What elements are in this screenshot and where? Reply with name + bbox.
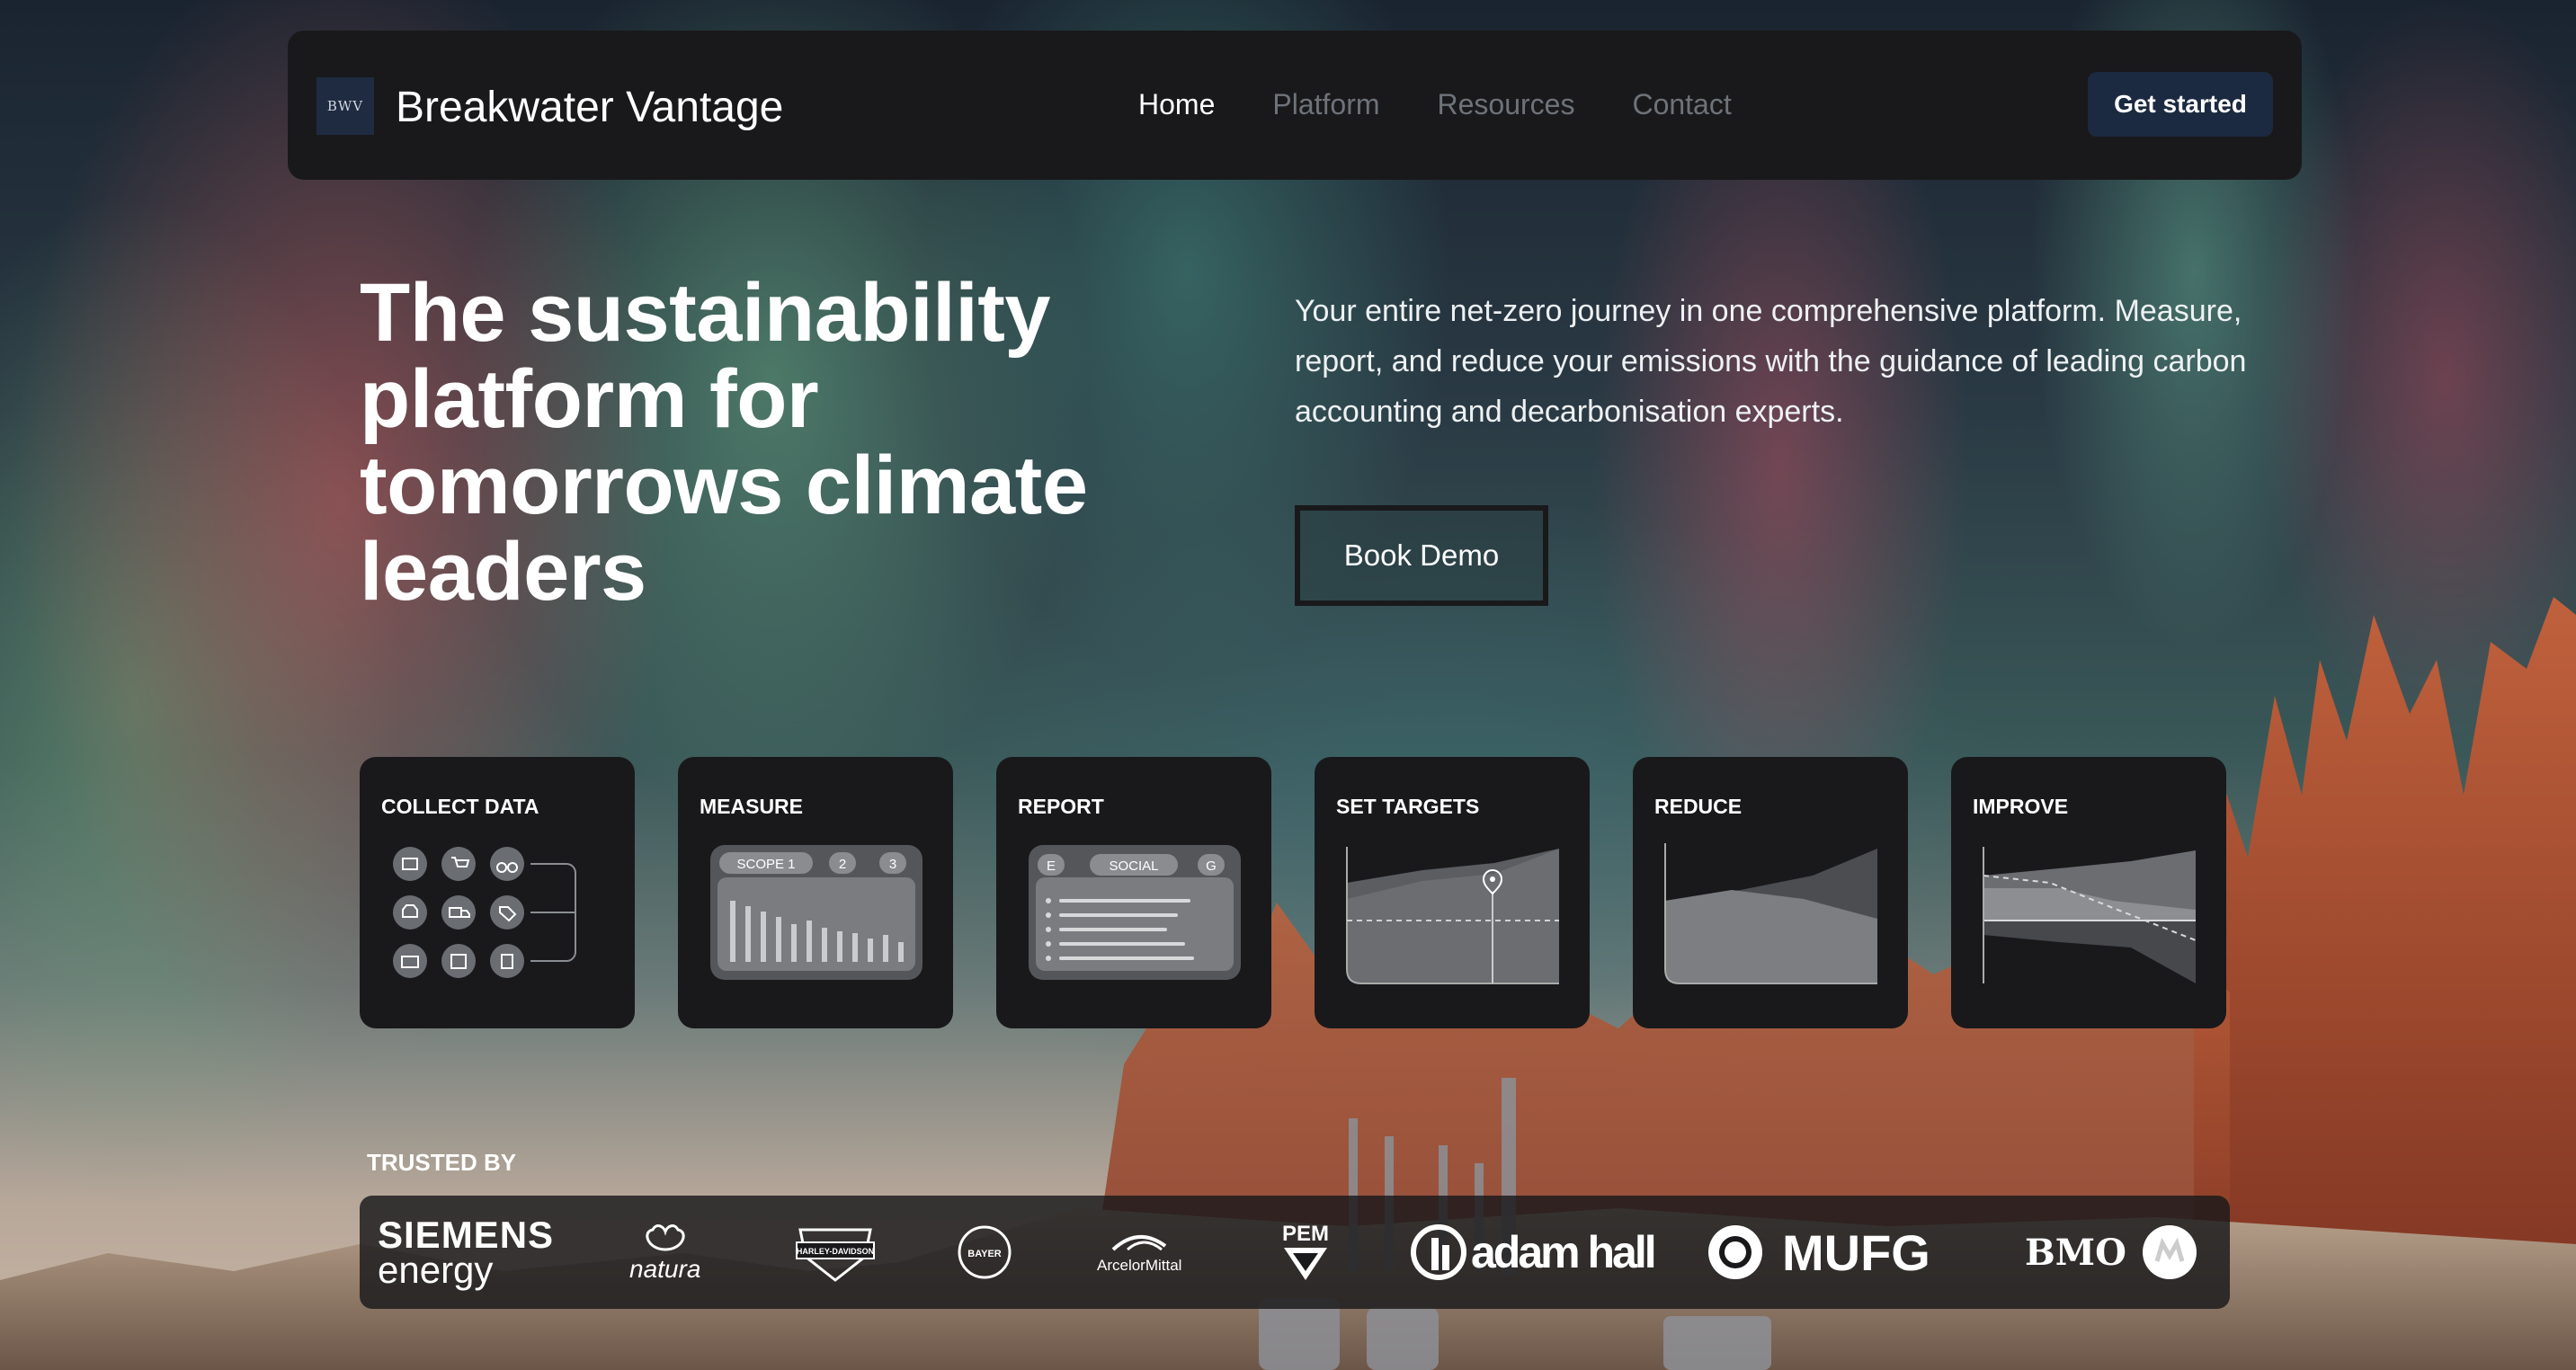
measure-illustration: SCOPE 1 2 3 [710, 845, 923, 980]
client-logo-strip: SIEMENS energy natura HARLEY-DAVIDSON BA… [360, 1196, 2230, 1309]
siemens-wordmark: SIEMENS [378, 1214, 555, 1256]
step-card-set-targets[interactable]: SET TARGETS [1315, 757, 1590, 1028]
step-card-reduce[interactable]: REDUCE [1633, 757, 1908, 1028]
mufg-ring-icon [1708, 1225, 1762, 1279]
nav-link-home[interactable]: Home [1138, 88, 1215, 121]
chip-governance: G [1206, 858, 1217, 874]
bayer-logo: BAYER [957, 1196, 1012, 1309]
collect-data-illustration [393, 847, 576, 978]
platform-steps: COLLECT DATA MEASURE SCOPE 1 2 3 REPORT … [360, 757, 2226, 1028]
mufg-logo: MUFG [1694, 1196, 1930, 1309]
step-card-improve[interactable]: IMPROVE [1951, 757, 2226, 1028]
chip-scope-2: 2 [839, 857, 846, 872]
adam-hall-wordmark: adam hall [1471, 1227, 1657, 1277]
nav-link-resources[interactable]: Resources [1438, 88, 1575, 121]
svg-text:PEM: PEM [1282, 1222, 1329, 1246]
nav-link-contact[interactable]: Contact [1632, 88, 1731, 121]
svg-text:HARLEY-DAVIDSON: HARLEY-DAVIDSON [797, 1247, 874, 1256]
step-card-report[interactable]: REPORT E SOCIAL G [996, 757, 1271, 1028]
harley-davidson-logo: HARLEY-DAVIDSON [795, 1196, 876, 1309]
hero-description: Your entire net-zero journey in one comp… [1295, 294, 2247, 429]
adam-hall-logo: adam hall [1410, 1196, 1657, 1309]
step-card-collect-data[interactable]: COLLECT DATA [360, 757, 635, 1028]
mufg-wordmark: MUFG [1782, 1223, 1930, 1281]
reduce-illustration [1664, 843, 1877, 984]
nav-link-platform[interactable]: Platform [1272, 88, 1379, 121]
set-targets-illustration [1346, 847, 1559, 984]
nav-links: Home Platform Resources Contact [1138, 88, 1732, 121]
bmo-roundel-icon [2142, 1225, 2197, 1279]
chip-scope-3: 3 [889, 857, 896, 872]
chip-environmental: E [1047, 858, 1056, 874]
report-illustration: E SOCIAL G [1029, 845, 1241, 980]
bmo-wordmark: BMO [2025, 1231, 2126, 1274]
brand-name[interactable]: Breakwater Vantage [396, 83, 783, 132]
improve-illustration [1983, 847, 2197, 983]
get-started-button[interactable]: Get started [2088, 72, 2273, 137]
chip-social: SOCIAL [1109, 858, 1158, 874]
step-card-measure[interactable]: MEASURE SCOPE 1 2 3 [678, 757, 953, 1028]
adam-hall-circle-icon [1411, 1224, 1466, 1280]
book-demo-button[interactable]: Book Demo [1295, 505, 1548, 606]
chip-scope-1: SCOPE 1 [736, 857, 795, 872]
harley-davidson-shield-icon: HARLEY-DAVIDSON [796, 1228, 875, 1282]
top-navigation: BWV Breakwater Vantage Home Platform Res… [288, 31, 2302, 180]
natura-logo: natura [629, 1196, 700, 1309]
natura-wordmark: natura [629, 1255, 701, 1283]
siemens-energy-logo: SIEMENS energy [378, 1196, 554, 1309]
brand-logo-badge[interactable]: BWV [316, 77, 374, 135]
arcelormittal-wordmark: ArcelorMittal [1097, 1257, 1182, 1274]
bmo-logo: BMO [2025, 1196, 2198, 1309]
pem-logo: PEM [1280, 1196, 1331, 1309]
energy-wordmark: energy [378, 1249, 494, 1291]
pem-triangle-icon: PEM [1282, 1222, 1329, 1280]
bayer-cross-icon: BAYER [958, 1225, 1012, 1279]
hero-title: The sustainability platform for tomorrow… [360, 267, 1088, 618]
svg-text:BAYER: BAYER [967, 1249, 1002, 1259]
arcelormittal-logo: ArcelorMittal [1097, 1196, 1181, 1309]
trusted-by-label: TRUSTED BY [367, 1149, 517, 1176]
natura-flower-icon [646, 1224, 685, 1251]
arcelormittal-swoosh-icon [1111, 1234, 1167, 1251]
